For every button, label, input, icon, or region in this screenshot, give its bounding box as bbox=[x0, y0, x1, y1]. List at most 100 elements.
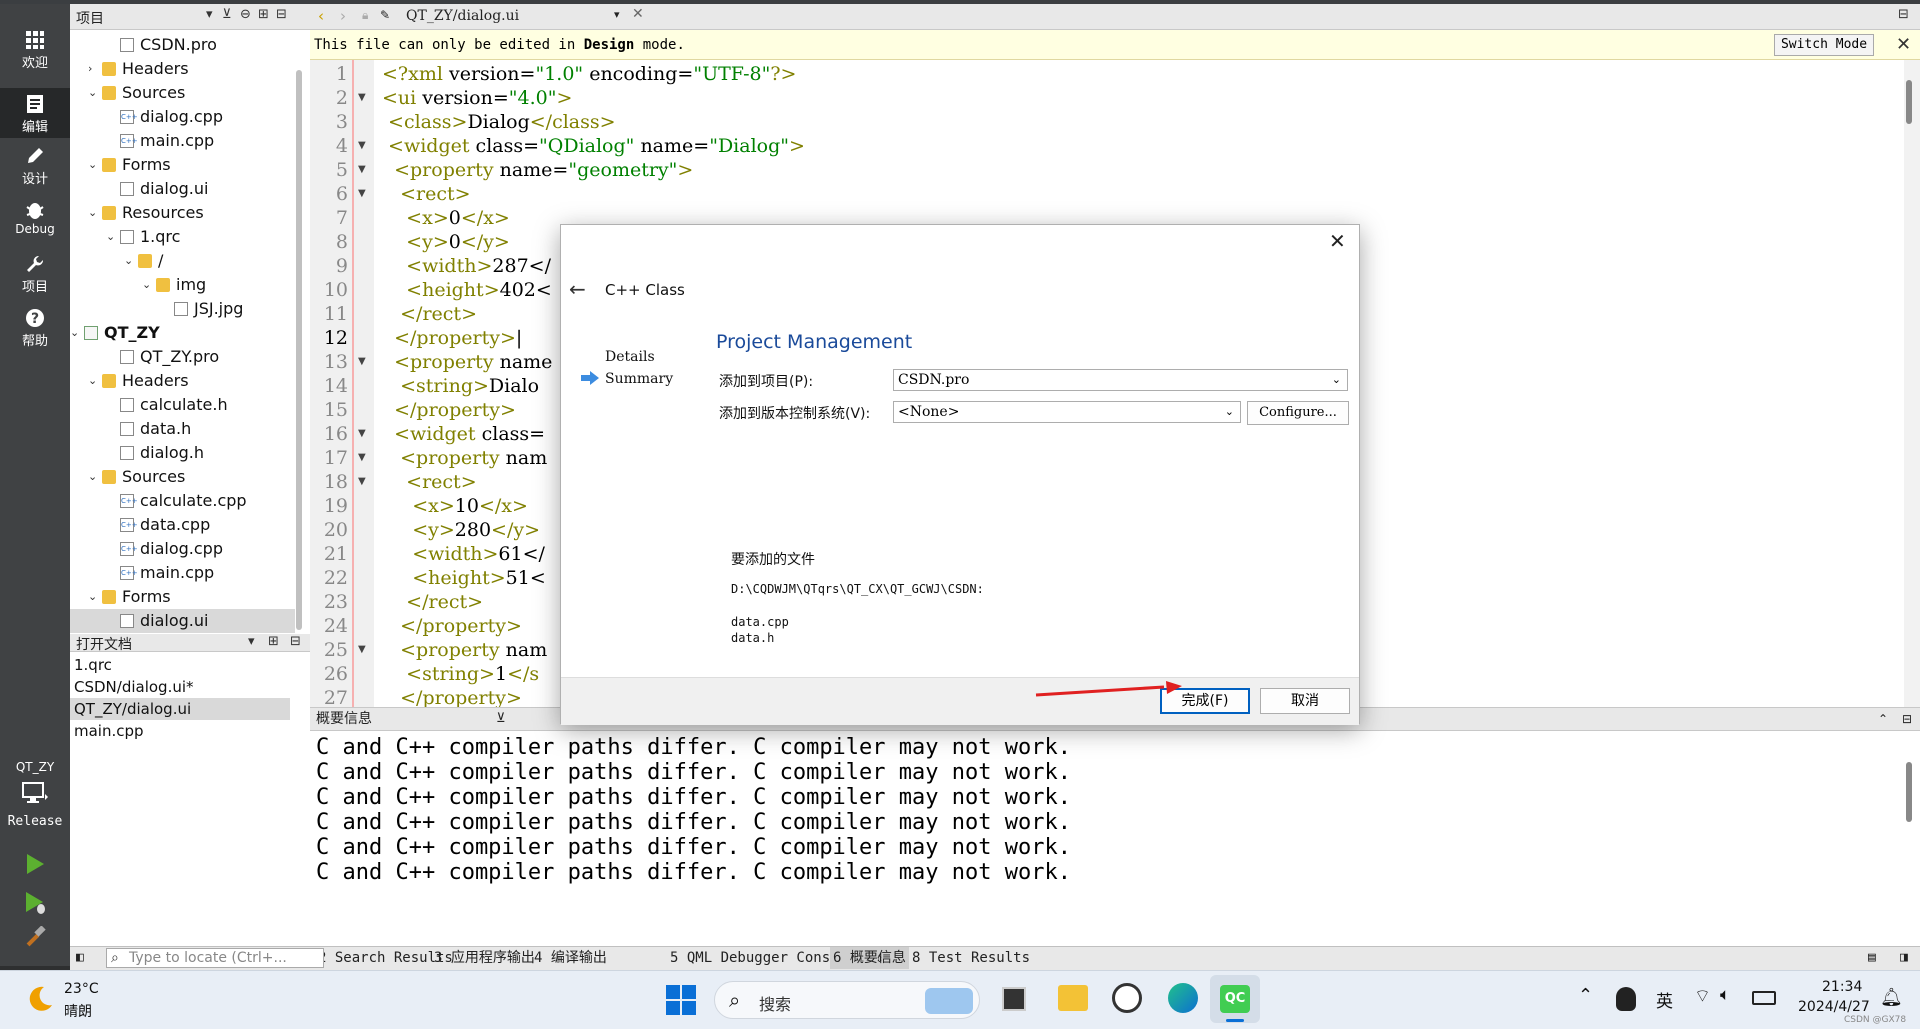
fold-toggle-icon[interactable]: ▼ bbox=[358, 182, 366, 206]
close-pane-icon[interactable]: ⊟ bbox=[1902, 708, 1912, 730]
notification-bell-icon[interactable]: 🔔︎ bbox=[1880, 987, 1903, 1008]
split-icon[interactable]: ⊟ bbox=[1898, 7, 1909, 22]
filter-icon[interactable]: ⊻ bbox=[496, 708, 506, 730]
chevron-down-icon[interactable]: ▾ bbox=[248, 634, 255, 649]
taskbar-search-box[interactable]: ⌕ 搜索 bbox=[714, 981, 980, 1019]
chevron-up-icon[interactable]: ⌃ bbox=[1578, 985, 1593, 1006]
tree-item[interactable]: ⌄ Forms bbox=[70, 585, 295, 609]
chevron-down-icon[interactable]: ⌄ bbox=[88, 81, 97, 105]
fold-toggle-icon[interactable]: ▼ bbox=[358, 470, 366, 494]
tree-item[interactable]: ⌄ / bbox=[70, 249, 295, 273]
chevron-down-icon[interactable]: ⌄ bbox=[70, 321, 79, 345]
tree-item[interactable]: ⌄ Forms bbox=[70, 153, 295, 177]
tree-item[interactable]: ⌄ img bbox=[70, 273, 295, 297]
wifi-icon[interactable]: ⌔ bbox=[1694, 985, 1711, 1008]
clock-date[interactable]: 2024/4/27 bbox=[1798, 999, 1870, 1015]
pane-switch-icon[interactable]: ⇕ bbox=[876, 947, 883, 969]
maximize-icon[interactable]: ⌃ bbox=[1878, 708, 1888, 730]
close-pane-icon[interactable]: ⊟ bbox=[276, 7, 287, 22]
vcs-select[interactable]: <None> ⌄ bbox=[893, 401, 1241, 423]
tree-item[interactable]: ⌄ 1.qrc bbox=[70, 225, 295, 249]
tree-item[interactable]: › Headers bbox=[70, 57, 295, 81]
configure-button[interactable]: Configure... bbox=[1247, 401, 1349, 425]
mode-design[interactable]: 设计 bbox=[0, 146, 70, 194]
tree-item[interactable]: C++ data.cpp bbox=[70, 513, 295, 537]
close-icon[interactable]: ✕ bbox=[1329, 229, 1346, 253]
tree-item[interactable]: ⌄ Sources bbox=[70, 81, 295, 105]
chevron-down-icon[interactable]: ⌄ bbox=[88, 585, 97, 609]
open-doc-item[interactable]: QT_ZY/dialog.ui bbox=[70, 698, 290, 720]
mode-help[interactable]: ? 帮助 bbox=[0, 308, 70, 356]
output-pane-button[interactable]: 2 Search Results bbox=[318, 947, 453, 969]
split-icon[interactable]: ⊞ bbox=[268, 634, 279, 649]
cancel-button[interactable]: 取消 bbox=[1260, 688, 1350, 714]
toggle-output-icon[interactable]: ◨ bbox=[1900, 947, 1908, 969]
toggle-sidebar-icon[interactable]: ◧ bbox=[76, 947, 84, 969]
chevron-down-icon[interactable]: ⌄ bbox=[88, 369, 97, 393]
fold-toggle-icon[interactable]: ▼ bbox=[358, 158, 366, 182]
tree-item[interactable]: data.h bbox=[70, 417, 295, 441]
tree-item[interactable]: dialog.h bbox=[70, 441, 295, 465]
file-explorer-icon[interactable] bbox=[1058, 985, 1088, 1011]
add-to-project-select[interactable]: CSDN.pro ⌄ bbox=[893, 369, 1348, 391]
output-pane-button[interactable]: 5 QML Debugger Console bbox=[670, 947, 855, 969]
tree-item[interactable]: C++ main.cpp bbox=[70, 561, 295, 585]
editor-scrollbar[interactable] bbox=[1906, 80, 1912, 124]
qq-icon[interactable] bbox=[1616, 987, 1636, 1011]
output-pane-button[interactable]: 4 编译输出 bbox=[534, 947, 607, 969]
close-icon[interactable]: ✕ bbox=[632, 6, 644, 22]
output-scrollbar[interactable] bbox=[1906, 762, 1912, 822]
tree-item[interactable]: ⌄ Resources bbox=[70, 201, 295, 225]
tree-item[interactable]: ⌄ QT_ZY bbox=[70, 321, 295, 345]
switch-mode-button[interactable]: Switch Mode bbox=[1774, 34, 1874, 56]
mode-edit[interactable]: 编辑 bbox=[0, 88, 70, 138]
edge-browser-icon[interactable] bbox=[1168, 983, 1198, 1013]
project-scrollbar[interactable] bbox=[296, 70, 302, 630]
qt-creator-taskbar-button[interactable]: QC bbox=[1210, 975, 1260, 1023]
task-view-icon[interactable] bbox=[1002, 987, 1026, 1011]
chevron-down-icon[interactable]: ▾ bbox=[206, 7, 213, 22]
mode-debug[interactable]: Debug bbox=[0, 200, 70, 248]
link-icon[interactable]: ⊖ bbox=[240, 7, 251, 22]
battery-icon[interactable] bbox=[1752, 991, 1776, 1005]
fold-toggle-icon[interactable]: ▼ bbox=[358, 134, 366, 158]
fold-toggle-icon[interactable]: ▼ bbox=[358, 638, 366, 662]
locator-input[interactable]: ⌕ Type to locate (Ctrl+... bbox=[106, 948, 324, 968]
build-button[interactable] bbox=[0, 926, 70, 960]
output-pane-button[interactable]: 6 概要信息 bbox=[830, 947, 909, 969]
windows-start-icon[interactable] bbox=[666, 985, 696, 1015]
filter-icon[interactable]: ⊻ bbox=[222, 7, 232, 22]
chevron-down-icon[interactable]: ⌄ bbox=[142, 273, 151, 297]
tree-item[interactable]: ⌄ Sources bbox=[70, 465, 295, 489]
tree-item[interactable]: C++ calculate.cpp bbox=[70, 489, 295, 513]
clock-app-icon[interactable] bbox=[1112, 983, 1142, 1013]
kit-selector[interactable] bbox=[0, 782, 70, 812]
split-icon[interactable]: ⊞ bbox=[258, 7, 269, 22]
chevron-down-icon[interactable]: ⌄ bbox=[88, 153, 97, 177]
tree-item[interactable]: calculate.h bbox=[70, 393, 295, 417]
tree-item[interactable]: C++ dialog.cpp bbox=[70, 537, 295, 561]
tree-item[interactable]: C++ dialog.cpp bbox=[70, 105, 295, 129]
chevron-down-icon[interactable]: ⌄ bbox=[88, 201, 97, 225]
output-pane-button[interactable]: 3 应用程序输出 bbox=[434, 947, 535, 969]
chevron-down-icon[interactable]: ⌄ bbox=[124, 249, 133, 273]
chevron-down-icon[interactable]: ⌄ bbox=[106, 225, 115, 249]
mode-projects[interactable]: 项目 bbox=[0, 254, 70, 302]
tree-item[interactable]: C++ main.cpp bbox=[70, 129, 295, 153]
output-pane-button[interactable]: 8 Test Results bbox=[912, 947, 1030, 969]
tree-item[interactable]: ⌄ Headers bbox=[70, 369, 295, 393]
volume-icon[interactable]: 🔈︎ bbox=[1720, 985, 1730, 1005]
fold-toggle-icon[interactable]: ▼ bbox=[358, 422, 366, 446]
tree-item[interactable]: QT_ZY.pro bbox=[70, 345, 295, 369]
fold-toggle-icon[interactable]: ▼ bbox=[358, 86, 366, 110]
fold-toggle-icon[interactable]: ▼ bbox=[358, 446, 366, 470]
debug-run-button[interactable] bbox=[0, 890, 70, 924]
tree-item[interactable]: CSDN.pro bbox=[70, 33, 295, 57]
chevron-right-icon[interactable]: › bbox=[88, 57, 92, 81]
open-doc-item[interactable]: CSDN/dialog.ui* bbox=[74, 676, 294, 698]
forward-icon[interactable]: › bbox=[340, 7, 346, 25]
chevron-down-icon[interactable]: ⌄ bbox=[88, 465, 97, 489]
close-icon[interactable]: ✕ bbox=[1896, 34, 1911, 55]
editor-tab-title[interactable]: QT_ZY/dialog.ui bbox=[406, 8, 519, 24]
tree-item[interactable]: dialog.ui bbox=[70, 609, 295, 633]
